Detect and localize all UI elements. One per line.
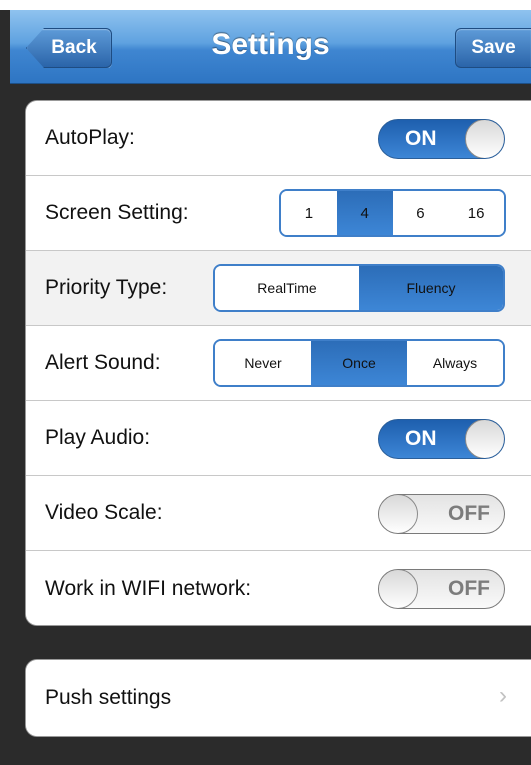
- navigation-bar: Back Settings Save: [10, 10, 531, 84]
- video-scale-row: Video Scale: OFF: [26, 476, 531, 551]
- alert-option-always[interactable]: Always: [407, 341, 503, 385]
- save-button[interactable]: Save: [455, 28, 531, 68]
- priority-type-label: Priority Type:: [45, 276, 168, 299]
- screen-option-6[interactable]: 6: [392, 191, 449, 235]
- top-strip: [0, 0, 531, 10]
- video-scale-toggle[interactable]: OFF: [378, 494, 505, 534]
- screen-setting-segmented-control: 1 4 6 16: [279, 189, 506, 237]
- wifi-label: Work in WIFI network:: [45, 576, 252, 600]
- video-scale-toggle-state: OFF: [448, 502, 490, 525]
- alert-sound-segmented-control: Never Once Always: [213, 339, 505, 387]
- screen-setting-label: Screen Setting:: [45, 201, 189, 224]
- play-audio-toggle-state: ON: [405, 427, 437, 450]
- play-audio-toggle[interactable]: ON: [378, 419, 505, 459]
- toggle-knob: [465, 120, 504, 158]
- push-settings-row[interactable]: Push settings ›: [26, 660, 531, 736]
- play-audio-row: Play Audio: ON: [26, 401, 531, 476]
- autoplay-row: AutoPlay: ON: [26, 101, 531, 176]
- alert-sound-label: Alert Sound:: [45, 351, 161, 374]
- settings-group: AutoPlay: ON Screen Setting: 1 4 6 16 Pr…: [25, 100, 531, 626]
- screen-option-4[interactable]: 4: [336, 191, 393, 235]
- play-audio-label: Play Audio:: [45, 426, 151, 449]
- push-settings-group: Push settings ›: [25, 659, 531, 737]
- priority-type-row: Priority Type: RealTime Fluency: [26, 251, 531, 326]
- toggle-knob: [379, 570, 418, 608]
- alert-sound-row: Alert Sound: Never Once Always: [26, 326, 531, 401]
- priority-option-fluency[interactable]: Fluency: [359, 266, 503, 310]
- page-title: Settings: [211, 28, 330, 61]
- autoplay-toggle[interactable]: ON: [378, 119, 505, 159]
- autoplay-label: AutoPlay:: [45, 126, 135, 149]
- autoplay-toggle-state: ON: [405, 127, 437, 150]
- screen-option-1[interactable]: 1: [281, 191, 337, 235]
- toggle-knob: [379, 495, 418, 533]
- wifi-toggle-state: OFF: [448, 577, 490, 600]
- video-scale-label: Video Scale:: [45, 501, 163, 524]
- wifi-row: Work in WIFI network: OFF: [26, 551, 531, 625]
- toggle-knob: [465, 420, 504, 458]
- push-settings-label: Push settings: [45, 686, 172, 709]
- screen-setting-row: Screen Setting: 1 4 6 16: [26, 176, 531, 251]
- screen-option-16[interactable]: 16: [448, 191, 504, 235]
- alert-option-never[interactable]: Never: [215, 341, 311, 385]
- alert-option-once[interactable]: Once: [311, 341, 407, 385]
- wifi-toggle[interactable]: OFF: [378, 569, 505, 609]
- priority-type-segmented-control: RealTime Fluency: [213, 264, 505, 312]
- priority-option-realtime[interactable]: RealTime: [215, 266, 359, 310]
- chevron-right-icon: ›: [499, 682, 507, 709]
